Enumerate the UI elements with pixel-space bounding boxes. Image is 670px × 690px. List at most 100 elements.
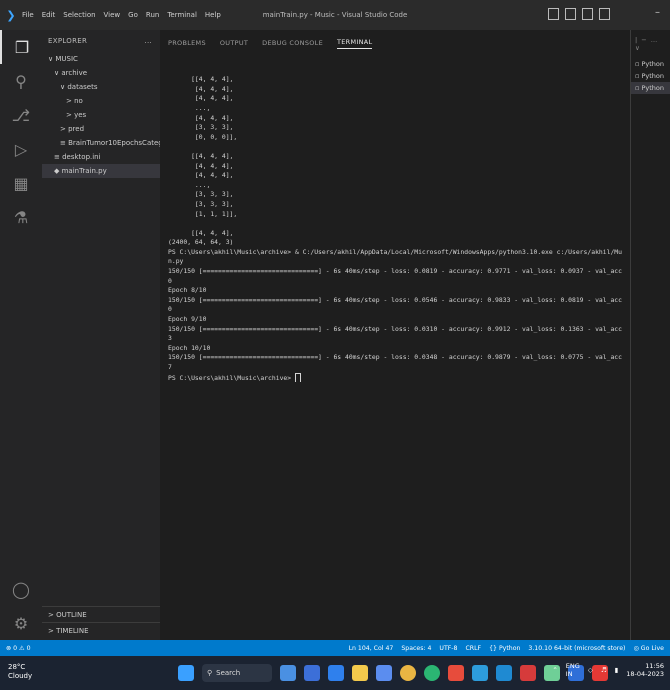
system-tray: ⌃ ENG IN ◇ ♬ ▮ 11:56 18-04-2023: [552, 662, 664, 678]
terminal-line: 150/150 [==============================]…: [168, 353, 622, 362]
menu-selection[interactable]: Selection: [63, 11, 95, 19]
python-interpreter[interactable]: 3.10.10 64-bit (microsoft store): [528, 645, 625, 652]
terminal-output[interactable]: [[4, 4, 4], [4, 4, 4], [4, 4, 4], ..., […: [160, 56, 630, 383]
menu-help[interactable]: Help: [205, 11, 221, 19]
terminal-line: n.py: [168, 257, 184, 266]
file-explorer-icon[interactable]: [304, 665, 320, 681]
search-label: Search: [216, 669, 241, 677]
terminal-line: [[4, 4, 4],: [168, 228, 234, 237]
tree-item[interactable]: ≡ BrainTumor10EpochsCategorical.h5: [42, 136, 160, 150]
terminal-session-controls[interactable]: | − … ∨: [631, 30, 670, 58]
language-mode[interactable]: {} Python: [489, 645, 520, 652]
explorer-sidebar: EXPLORER ... ∨ MUSIC ∨ archive ∨ datasets >…: [42, 30, 160, 640]
terminal-line: 0: [168, 276, 172, 285]
app-icon[interactable]: [520, 665, 536, 681]
menu-go[interactable]: Go: [128, 11, 138, 19]
tree-item[interactable]: ∨ MUSIC: [42, 52, 160, 66]
volume-icon[interactable]: ♬: [601, 666, 607, 674]
outline-section[interactable]: > OUTLINE: [42, 606, 160, 622]
panel-tabs: PROBLEMS OUTPUT DEBUG CONSOLE TERMINAL: [160, 30, 630, 56]
terminal-line: [0, 0, 0]],: [168, 132, 238, 141]
terminal-line: Epoch 8/10: [168, 286, 207, 295]
tree-item[interactable]: > pred: [42, 122, 160, 136]
weather-widget[interactable]: 28°C Cloudy: [8, 663, 32, 681]
toggle-secondary-sidebar-icon[interactable]: [582, 8, 593, 20]
extensions-icon[interactable]: ▦: [0, 166, 42, 200]
settings-app-icon[interactable]: [376, 665, 392, 681]
menu-bar: File Edit Selection View Go Run Terminal…: [22, 11, 221, 19]
app-icon[interactable]: [448, 665, 464, 681]
indentation[interactable]: Spaces: 4: [401, 645, 431, 652]
problems-count[interactable]: ⊗ 0 ⚠ 0: [0, 645, 31, 652]
terminal-line: [[4, 4, 4],: [168, 75, 234, 84]
menu-run[interactable]: Run: [146, 11, 159, 19]
menu-terminal[interactable]: Terminal: [167, 11, 197, 19]
tab-problems[interactable]: PROBLEMS: [168, 39, 206, 47]
tree-item[interactable]: > no: [42, 94, 160, 108]
customize-layout-icon[interactable]: [599, 8, 610, 20]
tray-overflow-icon[interactable]: ⌃: [552, 666, 557, 674]
language-indicator[interactable]: ENG IN: [566, 662, 580, 678]
terminal-line: ...,: [168, 180, 211, 189]
terminal-panel: PROBLEMS OUTPUT DEBUG CONSOLE TERMINAL […: [160, 30, 630, 640]
explorer-header: EXPLORER: [48, 37, 88, 45]
explorer-icon[interactable]: ❐: [0, 30, 42, 64]
terminal-line: 7: [168, 363, 172, 371]
search-icon[interactable]: ⚲: [0, 64, 42, 98]
toggle-primary-sidebar-icon[interactable]: [548, 8, 559, 20]
start-button-icon[interactable]: [178, 665, 194, 681]
tree-item[interactable]: ∨ archive: [42, 66, 160, 80]
go-live-button[interactable]: ◎ Go Live: [633, 645, 664, 652]
terminal-line: [1, 1, 1]],: [168, 209, 238, 218]
terminal-line: 150/150 [==============================]…: [168, 324, 622, 333]
edge-icon[interactable]: [424, 665, 440, 681]
terminal-line: Epoch 9/10: [168, 315, 207, 324]
vscode-taskbar-icon[interactable]: [496, 665, 512, 681]
menu-edit[interactable]: Edit: [42, 11, 56, 19]
weather-temp: 28°C: [8, 663, 26, 671]
terminal-line: (2400, 64, 64, 3): [168, 238, 234, 247]
cursor-position[interactable]: Ln 104, Col 47: [349, 645, 394, 652]
tree-item[interactable]: ∨ datasets: [42, 80, 160, 94]
taskbar-search[interactable]: ⚲ Search: [202, 664, 272, 682]
terminal-session-item-active[interactable]: ▫ Python: [631, 82, 670, 94]
explorer-more-actions[interactable]: ...: [144, 30, 152, 52]
files-icon[interactable]: [352, 665, 368, 681]
terminal-sessions: | − … ∨ ▫ Python ▫ Python ▫ Python: [630, 30, 670, 640]
toggle-panel-icon[interactable]: [565, 8, 576, 20]
tab-terminal[interactable]: TERMINAL: [337, 38, 373, 49]
minimize-button[interactable]: –: [655, 7, 660, 18]
tree-item[interactable]: ≡ desktop.ini: [42, 150, 160, 164]
tab-debug-console[interactable]: DEBUG CONSOLE: [262, 39, 323, 47]
browser-icon[interactable]: [328, 665, 344, 681]
wifi-icon[interactable]: ◇: [588, 666, 593, 674]
testing-icon[interactable]: ⚗: [0, 200, 42, 234]
source-control-icon[interactable]: ⎇: [0, 98, 42, 132]
encoding[interactable]: UTF-8: [439, 645, 457, 652]
clock[interactable]: 11:56 18-04-2023: [626, 662, 664, 678]
menu-view[interactable]: View: [104, 11, 121, 19]
terminal-line: [3, 3, 3],: [168, 199, 234, 208]
status-bar: ⊗ 0 ⚠ 0 Ln 104, Col 47 Spaces: 4 UTF-8 C…: [0, 640, 670, 656]
terminal-line: ...,: [168, 103, 211, 112]
terminal-session-item[interactable]: ▫ Python: [631, 70, 670, 82]
run-debug-icon[interactable]: ▷: [0, 132, 42, 166]
weather-condition: Cloudy: [8, 672, 33, 680]
settings-gear-icon[interactable]: ⚙: [0, 606, 42, 640]
accounts-icon[interactable]: ◯: [0, 572, 42, 606]
line-endings[interactable]: CRLF: [465, 645, 481, 652]
battery-icon[interactable]: ▮: [615, 666, 619, 674]
timeline-section[interactable]: > TIMELINE: [42, 622, 160, 638]
terminal-session-item[interactable]: ▫ Python: [631, 58, 670, 70]
tree-item[interactable]: ◆ mainTrain.py: [42, 164, 160, 178]
time: 11:56: [645, 662, 664, 670]
terminal-line: 150/150 [==============================]…: [168, 267, 622, 276]
tree-item[interactable]: > yes: [42, 108, 160, 122]
menu-file[interactable]: File: [22, 11, 34, 19]
widgets-icon[interactable]: [280, 665, 296, 681]
store-icon[interactable]: [472, 665, 488, 681]
tab-output[interactable]: OUTPUT: [220, 39, 248, 47]
chrome-icon[interactable]: [400, 665, 416, 681]
